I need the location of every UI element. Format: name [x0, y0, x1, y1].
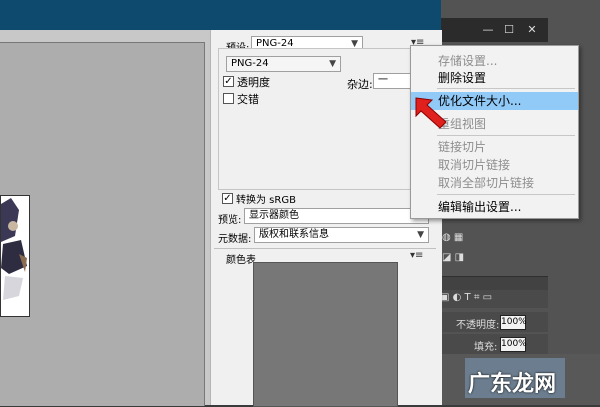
fill-field[interactable]: 100%: [500, 337, 527, 352]
transparency-checkbox[interactable]: ✓: [223, 76, 234, 87]
metadata-select[interactable]: 版权和联系信息 ▼: [254, 227, 429, 243]
matte-value: 一: [378, 75, 388, 86]
preview-select[interactable]: 显示器颜色: [244, 208, 429, 224]
menu-item-link-slices[interactable]: 链接切片: [411, 138, 578, 156]
metadata-label: 元数据:: [218, 234, 252, 245]
menu-item-unlink-slices[interactable]: 取消切片链接: [411, 156, 578, 174]
convert-srgb-label: 转换为 sRGB: [236, 195, 296, 206]
color-table[interactable]: [253, 262, 398, 407]
preview-value: 显示器颜色: [249, 210, 299, 221]
chevron-down-icon: ▼: [417, 230, 424, 240]
menu-separator: [437, 88, 575, 89]
fill-label: 填充:: [474, 342, 498, 353]
interlaced-checkbox[interactable]: [223, 93, 234, 104]
menu-separator: [437, 194, 575, 195]
opacity-row: 不透明度: 100%: [436, 312, 548, 332]
convert-srgb-checkbox[interactable]: ✓: [222, 193, 233, 204]
interlaced-label: 交错: [237, 93, 259, 106]
close-icon[interactable]: ✕: [522, 21, 542, 38]
dialog-titlebar: [0, 0, 441, 30]
menu-separator: [437, 135, 575, 136]
metadata-value: 版权和联系信息: [259, 229, 329, 240]
menu-item-unlink-all-slices[interactable]: 取消全部切片链接: [411, 174, 578, 192]
matte-label: 杂边:: [347, 78, 373, 91]
color-table-menu-icon[interactable]: ▾≡: [410, 250, 423, 261]
menu-item-save-settings[interactable]: 存储设置...: [411, 52, 578, 70]
preview-label: 预览:: [218, 215, 242, 226]
preview-area[interactable]: [0, 42, 205, 406]
divider: [214, 248, 436, 249]
format-value: PNG-24: [231, 58, 269, 69]
minimize-icon[interactable]: —: [478, 21, 498, 38]
layer-filter-icons[interactable]: ▣ ◐ T ⌗ ▭: [440, 292, 492, 303]
chevron-down-icon: ▼: [329, 59, 336, 69]
annotation-arrow-icon: [415, 97, 447, 129]
opacity-field[interactable]: 100%: [500, 315, 527, 330]
mask-tool-icon[interactable]: ◪ ◨: [442, 252, 464, 263]
watermark: 广东龙网: [468, 371, 557, 397]
layers-panel-tabs[interactable]: [436, 276, 548, 291]
adjust-tool-icon[interactable]: ◍ ▦: [442, 232, 463, 243]
preview-image: [0, 195, 30, 317]
opacity-label: 不透明度:: [456, 320, 500, 331]
fill-row: 填充: 100%: [436, 334, 548, 354]
transparency-label: 透明度: [237, 76, 270, 89]
format-select[interactable]: PNG-24 ▼: [226, 56, 341, 72]
photoshop-titlebar: — ☐ ✕: [436, 18, 548, 42]
menu-item-delete-settings[interactable]: 删除设置: [411, 69, 578, 87]
matte-select[interactable]: 一: [373, 73, 413, 89]
layer-filter-row: ▣ ◐ T ⌗ ▭: [436, 290, 548, 308]
preset-context-menu: 存储设置... 删除设置 优化文件大小... 重组视图 链接切片 取消切片链接 …: [410, 45, 579, 219]
color-table-label: 颜色表: [226, 255, 256, 266]
maximize-icon[interactable]: ☐: [499, 21, 519, 38]
menu-item-edit-output-settings[interactable]: 编辑输出设置...: [411, 198, 578, 216]
